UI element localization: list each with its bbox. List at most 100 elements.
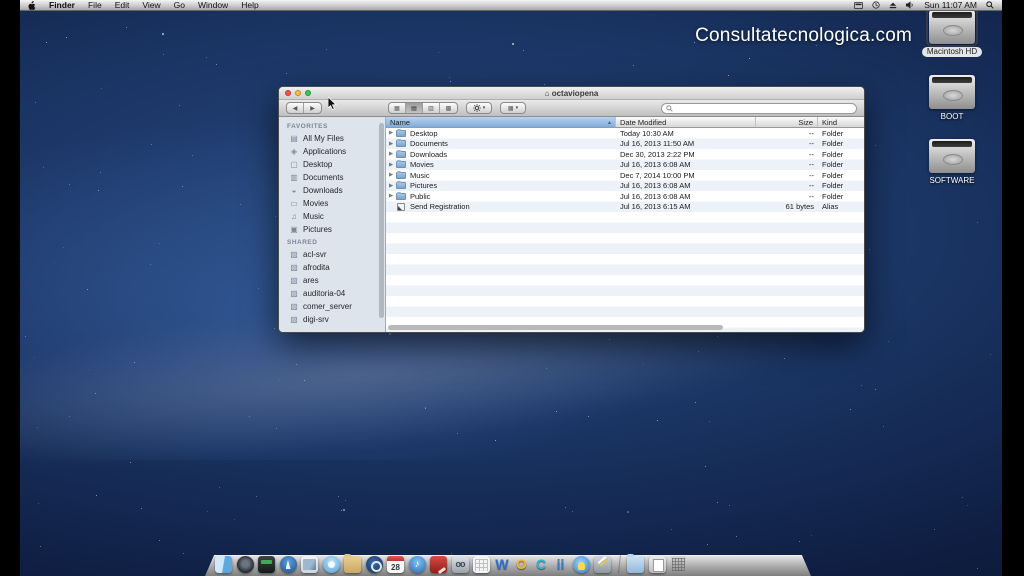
dock-safari-icon[interactable] (323, 556, 340, 573)
sidebar-item-comer-server[interactable]: ▧comer_server (279, 300, 385, 313)
dock-downloads-stack-icon[interactable] (627, 556, 644, 573)
dock-folder-icon[interactable] (344, 556, 361, 573)
dock-finder-icon[interactable] (215, 556, 232, 573)
arrange-icon[interactable]: ▦ ▾ (501, 103, 525, 113)
zoom-button[interactable] (305, 90, 311, 96)
menu-edit[interactable]: Edit (115, 0, 130, 10)
sidebar-scrollbar[interactable] (379, 123, 384, 318)
dock-documents-stack-icon[interactable] (649, 556, 666, 573)
back-button[interactable]: ◀ (287, 103, 304, 113)
drive-boot[interactable]: BOOT (929, 75, 975, 121)
dock-separator (618, 555, 621, 573)
file-row-public[interactable]: ▶Public Jul 16, 2013 6:08 AM -- Folder (386, 191, 864, 202)
volume-icon[interactable] (906, 1, 915, 9)
dock-messenger-icon[interactable]: ii (553, 556, 568, 573)
sidebar-item-afrodita[interactable]: ▧afrodita (279, 261, 385, 274)
sidebar-item-movies[interactable]: ▭Movies (279, 197, 385, 210)
eject-icon[interactable] (889, 1, 897, 9)
column-header-name[interactable]: Name ▴ (386, 117, 616, 127)
search-field[interactable] (661, 103, 857, 114)
drive-software[interactable]: SOFTWARE (929, 139, 975, 185)
spotlight-icon[interactable] (986, 1, 994, 9)
gear-icon[interactable]: ▾ (467, 103, 491, 113)
file-row-desktop[interactable]: ▶Desktop Today 10:30 AM -- Folder (386, 128, 864, 139)
sidebar-item-music[interactable]: ♫Music (279, 210, 385, 223)
dock-mission-control-icon[interactable] (258, 556, 275, 573)
sidebar-item-applications[interactable]: ◈Applications (279, 145, 385, 158)
menu-file[interactable]: File (88, 0, 102, 10)
sidebar-item-pictures[interactable]: ▣Pictures (279, 223, 385, 236)
dock-communicator-icon[interactable]: C (534, 556, 549, 573)
menu-help[interactable]: Help (241, 0, 258, 10)
file-row-documents[interactable]: ▶Documents Jul 16, 2013 11:50 AM -- Fold… (386, 139, 864, 150)
watermark-text: Consultatecnologica.com (695, 25, 912, 47)
minimize-button[interactable] (295, 90, 301, 96)
sidebar-item-desktop[interactable]: ▢Desktop (279, 158, 385, 171)
disclosure-triangle-icon[interactable]: ▶ (389, 193, 396, 199)
menu-window[interactable]: Window (198, 0, 228, 10)
disclosure-triangle-icon[interactable]: ▶ (389, 130, 396, 136)
view-mode-buttons: ▦ ▤ ▥ ▩ (388, 102, 458, 114)
dock-outlook-icon[interactable]: O (514, 556, 529, 573)
icon-view-button[interactable]: ▦ (389, 103, 406, 113)
menu-go[interactable]: Go (174, 0, 185, 10)
dock-red-editor-icon[interactable] (430, 556, 447, 573)
file-list-area: Name ▴ Date Modified Size Kind ▶Desktop … (386, 117, 864, 332)
arrange-menu: ▦ ▾ (500, 102, 526, 114)
file-row-pictures[interactable]: ▶Pictures Jul 16, 2013 6:08 AM -- Folder (386, 181, 864, 192)
dock-launchpad-icon[interactable] (237, 556, 254, 573)
sidebar-item-all-my-files[interactable]: ▤All My Files (279, 132, 385, 145)
movies-icon: ▭ (289, 199, 299, 208)
shared-computer-icon: ▧ (289, 289, 299, 298)
list-view-button[interactable]: ▤ (406, 103, 423, 113)
coverflow-view-button[interactable]: ▩ (440, 103, 457, 113)
close-button[interactable] (285, 90, 291, 96)
window-title-bar[interactable]: ⌂ octaviopena (279, 87, 864, 100)
shared-section-label: SHARED (279, 236, 385, 248)
forward-button[interactable]: ▶ (304, 103, 321, 113)
dock-grid-app-icon[interactable] (473, 556, 490, 573)
sidebar-item-acl-svr[interactable]: ▧acl-svr (279, 248, 385, 261)
drive-macintosh-hd[interactable]: Macintosh HD (922, 10, 982, 57)
dock-itunes-icon[interactable]: ♪ (409, 556, 426, 573)
disclosure-triangle-icon[interactable]: ▶ (389, 162, 396, 168)
menu-finder[interactable]: Finder (49, 0, 75, 10)
dock-goggles-app-icon[interactable]: oo (452, 556, 469, 573)
column-view-button[interactable]: ▥ (423, 103, 440, 113)
menu-clock[interactable]: Sun 11:07 AM (924, 0, 977, 10)
apple-menu-icon[interactable] (28, 1, 36, 10)
dock-calendar-icon[interactable]: 28 (387, 556, 404, 573)
menu-view[interactable]: View (142, 0, 160, 10)
action-menu: ▾ (466, 102, 492, 114)
sidebar-item-ares[interactable]: ▧ares (279, 274, 385, 287)
time-machine-icon[interactable] (872, 1, 880, 9)
file-row-music[interactable]: ▶Music Dec 7, 2014 10:00 PM -- Folder (386, 170, 864, 181)
hard-disk-icon (929, 10, 975, 44)
file-rows: ▶Desktop Today 10:30 AM -- Folder ▶Docum… (386, 128, 864, 212)
file-row-movies[interactable]: ▶Movies Jul 16, 2013 6:08 AM -- Folder (386, 160, 864, 171)
column-header-size[interactable]: Size (756, 117, 818, 127)
search-input[interactable] (673, 104, 852, 113)
file-row-downloads[interactable]: ▶Downloads Dec 30, 2013 2:22 PM -- Folde… (386, 149, 864, 160)
dock-quicktime-icon[interactable] (366, 556, 383, 573)
dock-word-icon[interactable]: W (495, 556, 510, 573)
dock-app-store-icon[interactable] (280, 556, 297, 573)
file-row-send-registration[interactable]: .Send Registration Jul 16, 2013 6:15 AM … (386, 202, 864, 213)
sidebar-item-downloads[interactable]: ◒Downloads (279, 184, 385, 197)
disclosure-triangle-icon[interactable]: ▶ (389, 183, 396, 189)
disclosure-triangle-icon[interactable]: ▶ (389, 172, 396, 178)
sidebar-item-digi-srv[interactable]: ▧digi-srv (279, 313, 385, 326)
dock-preview-icon[interactable] (301, 556, 318, 573)
shared-computer-icon: ▧ (289, 263, 299, 272)
dock-trash-icon[interactable] (670, 556, 687, 573)
column-header-date-modified[interactable]: Date Modified (616, 117, 756, 127)
disclosure-triangle-icon[interactable]: ▶ (389, 151, 396, 157)
sidebar-item-auditoria-04[interactable]: ▧auditoria-04 (279, 287, 385, 300)
disclosure-triangle-icon[interactable]: ▶ (389, 141, 396, 147)
input-menu-icon[interactable] (854, 2, 863, 9)
horizontal-scrollbar[interactable] (388, 325, 723, 330)
dock-remote-desktop-icon[interactable] (573, 556, 590, 573)
dock-satellite-app-icon[interactable] (594, 556, 611, 573)
column-header-kind[interactable]: Kind (818, 117, 864, 127)
sidebar-item-documents[interactable]: ▥Documents (279, 171, 385, 184)
